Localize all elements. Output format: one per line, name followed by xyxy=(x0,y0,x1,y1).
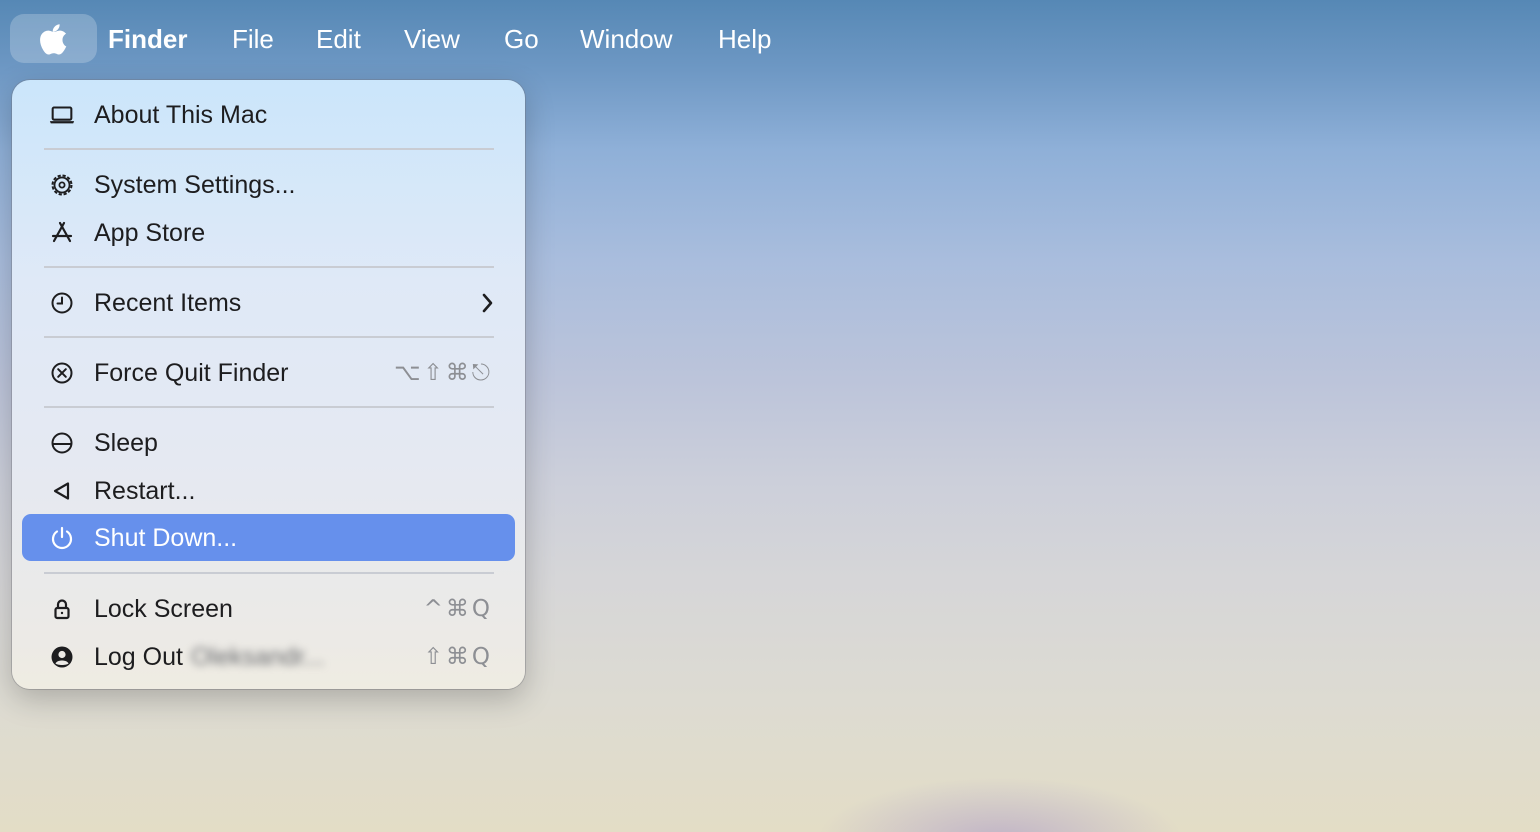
menu-item-shut-down[interactable]: Shut Down... xyxy=(22,514,515,561)
menu-item-label: Force Quit Finder xyxy=(94,359,289,387)
menu-item-label: About This Mac xyxy=(94,101,268,129)
keyboard-shortcut: ⇧⌘Q xyxy=(423,644,493,670)
menu-separator xyxy=(44,572,494,574)
user-name-blurred: Oleksandr... xyxy=(190,643,325,671)
keyboard-shortcut: ⌥⇧⌘⎋ xyxy=(394,360,493,386)
menu-item-label: Recent Items xyxy=(94,289,242,317)
menu-separator xyxy=(44,406,494,408)
menu-item-label: Log Out Oleksandr... xyxy=(94,641,324,673)
user-circle-icon xyxy=(48,643,76,671)
menu-view[interactable]: View xyxy=(404,22,460,56)
menu-item-label: Restart... xyxy=(94,477,196,505)
menu-window[interactable]: Window xyxy=(580,22,672,56)
menu-item-label: App Store xyxy=(94,219,206,247)
menu-item-lock-screen[interactable]: Lock Screen ^⌘Q xyxy=(22,585,515,632)
menu-item-label: System Settings... xyxy=(94,171,296,199)
apple-menu-button[interactable] xyxy=(10,14,97,63)
menu-item-label: Sleep xyxy=(94,429,158,457)
force-quit-icon xyxy=(48,359,76,387)
menu-separator xyxy=(44,336,494,338)
menu-item-sleep[interactable]: Sleep xyxy=(22,419,515,466)
menu-help[interactable]: Help xyxy=(718,22,771,56)
log-out-text: Log Out xyxy=(94,643,183,671)
restart-icon xyxy=(48,477,76,505)
chevron-right-icon xyxy=(482,293,493,313)
menu-item-force-quit[interactable]: Force Quit Finder ⌥⇧⌘⎋ xyxy=(22,349,515,396)
menu-file[interactable]: File xyxy=(232,22,274,56)
menu-item-label: Lock Screen xyxy=(94,595,233,623)
keyboard-shortcut: ^⌘Q xyxy=(423,596,493,622)
menu-go[interactable]: Go xyxy=(504,22,539,56)
menu-item-log-out[interactable]: Log Out Oleksandr... ⇧⌘Q xyxy=(22,633,515,680)
sleep-icon xyxy=(48,429,76,457)
menu-separator xyxy=(44,266,494,268)
gear-icon xyxy=(48,171,76,199)
laptop-icon xyxy=(48,101,76,129)
apple-logo-icon xyxy=(39,23,66,54)
clock-icon xyxy=(48,289,76,317)
menu-item-about-this-mac[interactable]: About This Mac xyxy=(22,91,515,138)
apple-menu-dropdown: About This Mac System Settings... App St… xyxy=(12,80,525,689)
menu-separator xyxy=(44,148,494,150)
lock-icon xyxy=(48,595,76,623)
power-icon xyxy=(48,524,76,552)
menu-bar: Finder File Edit View Go Window Help xyxy=(0,0,1540,78)
menu-item-label: Shut Down... xyxy=(94,524,238,552)
app-store-icon xyxy=(48,219,76,247)
menu-item-app-store[interactable]: App Store xyxy=(22,209,515,256)
menu-item-recent-items[interactable]: Recent Items xyxy=(22,279,515,326)
menu-edit[interactable]: Edit xyxy=(316,22,361,56)
menu-item-system-settings[interactable]: System Settings... xyxy=(22,161,515,208)
menu-finder[interactable]: Finder xyxy=(108,22,187,56)
menu-item-restart[interactable]: Restart... xyxy=(22,467,515,514)
